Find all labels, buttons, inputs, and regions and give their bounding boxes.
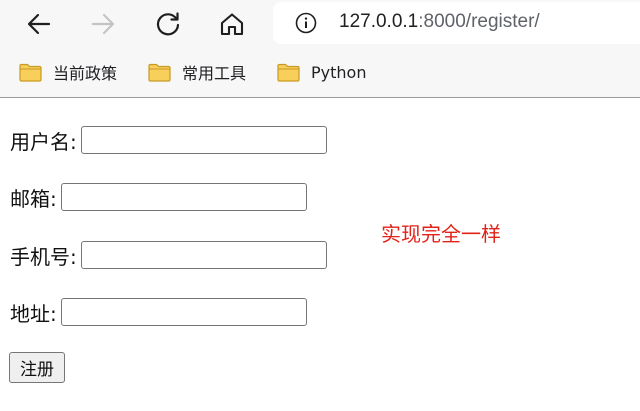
bookmark-label: 常用工具	[182, 64, 247, 83]
address-input[interactable]	[60, 298, 307, 326]
annotation-note: 实现完全一样	[381, 222, 501, 246]
phone-label: 手机号:	[10, 244, 77, 269]
address-bar[interactable]: 127.0.0.1:8000/register/	[273, 2, 640, 44]
home-icon	[220, 13, 244, 36]
url-path: :8000/register/	[418, 11, 540, 32]
bookmark-label: Python	[311, 62, 367, 82]
home-button[interactable]	[214, 6, 250, 42]
back-arrow-icon	[27, 13, 51, 35]
back-button[interactable]	[21, 6, 57, 42]
reload-icon	[156, 12, 180, 36]
email-input[interactable]	[60, 183, 307, 211]
url-host: 127.0.0.1	[339, 11, 419, 32]
url-text[interactable]: 127.0.0.1:8000/register/	[339, 11, 540, 33]
username-input[interactable]	[80, 126, 327, 154]
info-icon[interactable]	[295, 12, 317, 34]
username-row: 用户名:	[10, 123, 327, 157]
email-label: 邮箱:	[10, 186, 57, 211]
browser-toolbar: 127.0.0.1:8000/register/	[0, 0, 640, 49]
folder-icon	[148, 63, 171, 82]
address-row: 地址:	[10, 295, 307, 329]
email-row: 邮箱:	[10, 180, 307, 214]
folder-icon	[277, 63, 300, 82]
phone-input[interactable]	[80, 241, 327, 269]
reload-button[interactable]	[150, 6, 186, 42]
bookmark-current-policy[interactable]: 当前政策	[19, 59, 117, 85]
page-content: 用户名: 邮箱: 手机号: 地址: 注册 实现完全一样	[0, 98, 640, 411]
username-label: 用户名:	[10, 129, 77, 154]
bookmark-common-tools[interactable]: 常用工具	[148, 59, 246, 85]
folder-icon	[19, 63, 42, 82]
address-label: 地址:	[10, 301, 57, 326]
register-button[interactable]: 注册	[9, 352, 65, 383]
phone-row: 手机号:	[10, 238, 327, 272]
bookmark-label: 当前政策	[53, 64, 118, 83]
bookmarks-bar: 当前政策 常用工具 Python	[0, 49, 640, 98]
bookmark-python[interactable]: Python	[277, 59, 366, 85]
forward-arrow-icon	[91, 13, 115, 35]
forward-button[interactable]	[85, 6, 121, 42]
